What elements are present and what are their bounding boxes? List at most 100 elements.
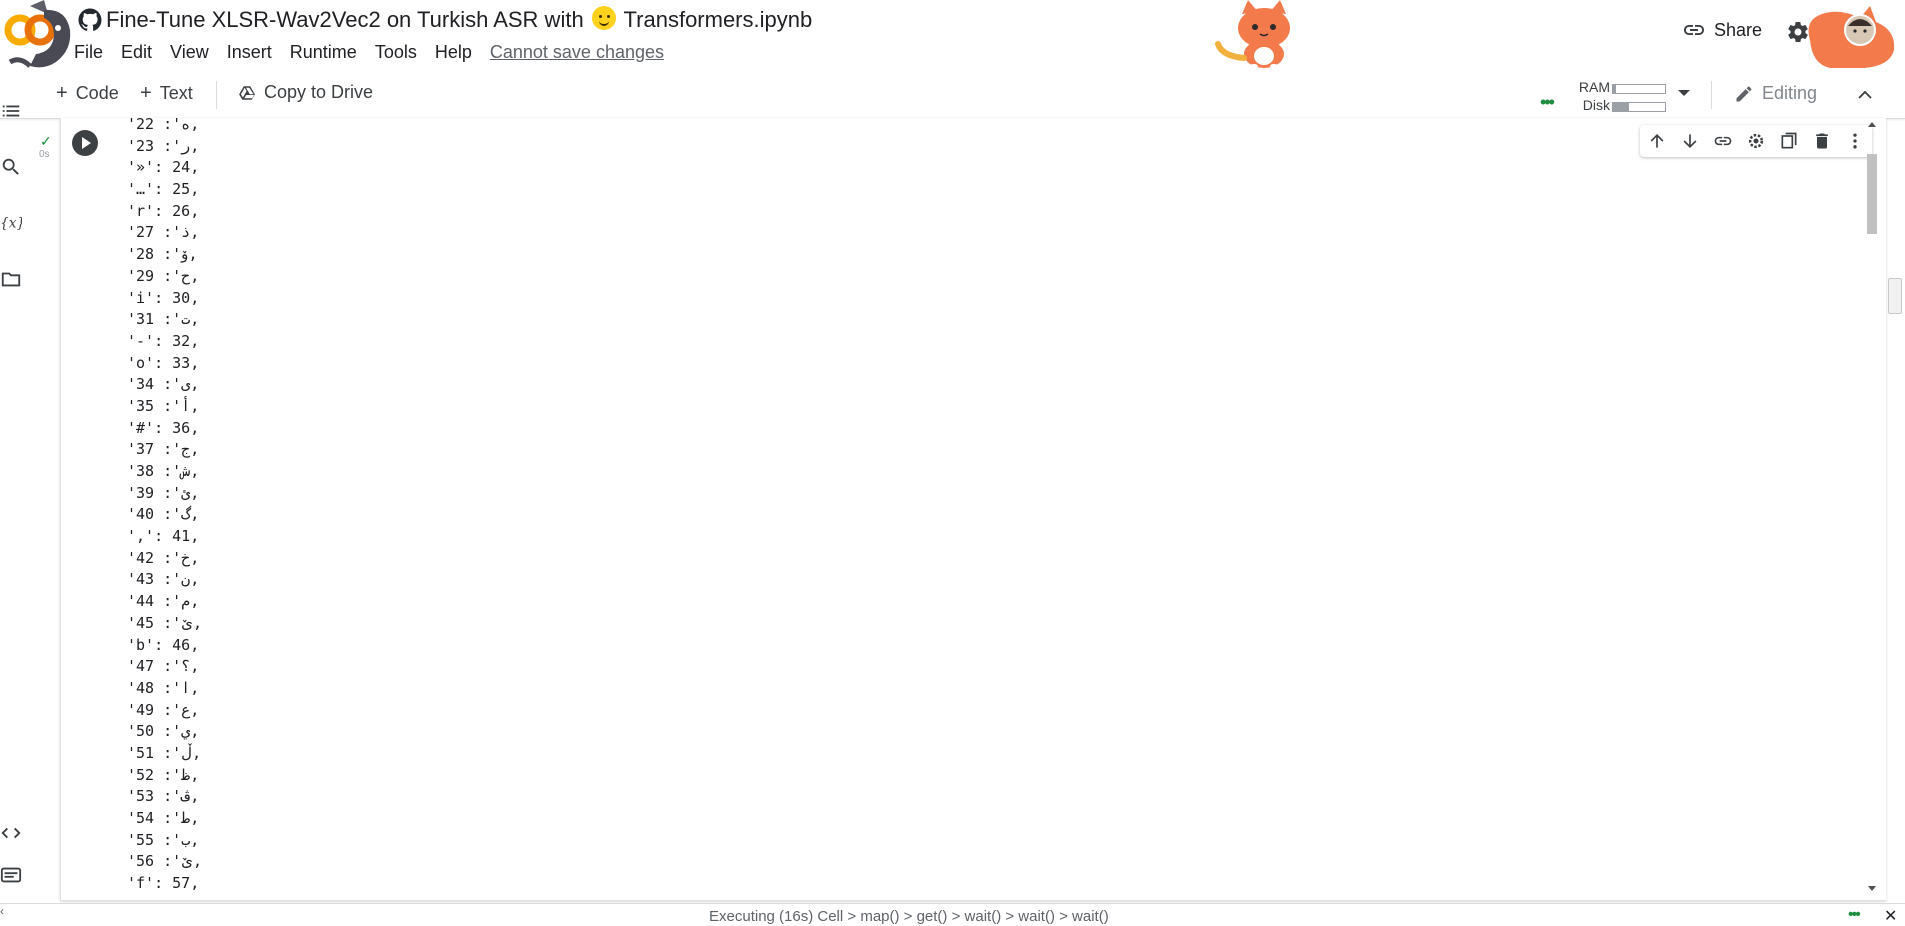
move-cell-up-arrow-icon[interactable] (1647, 131, 1667, 151)
mirror-cell-in-tab-icon[interactable] (1779, 131, 1799, 151)
cell-toolbar (1640, 125, 1872, 157)
menu-runtime[interactable]: Runtime (290, 42, 357, 63)
add-code-label: Code (75, 83, 119, 103)
files-folder-icon[interactable] (0, 268, 22, 290)
menu-view[interactable]: View (170, 42, 209, 63)
cell-settings-gear-icon[interactable] (1746, 131, 1766, 151)
command-palette-icon[interactable] (0, 864, 22, 886)
output-line: 'ۆ': 28, (127, 245, 198, 264)
disk-usage-fill (1613, 103, 1629, 111)
output-line: '-': 32, (127, 331, 200, 350)
add-text-cell-button[interactable]: + Text (140, 82, 193, 105)
execution-success-icon: ✓ (40, 133, 52, 149)
search-icon[interactable] (0, 156, 22, 178)
notebook-toolbar: + Code + Text Copy to Drive ••• RAM Disk… (0, 72, 1905, 119)
output-line: 'ڵ': 51, (127, 743, 202, 762)
menu-file[interactable]: File (74, 42, 103, 63)
code-cell-output: 'ه': 22, 'ر': 23, '»': 24, '…': 25, 'r': 26,… (60, 118, 1886, 901)
run-cell-button[interactable] (72, 130, 98, 156)
hugging-face-emoji-icon (591, 6, 616, 30)
output-line: 'ێ': 45, (127, 613, 202, 632)
output-line: 'ذ': 27, (127, 223, 200, 242)
share-button[interactable]: Share (1682, 18, 1762, 42)
disk-label: Disk (1582, 97, 1610, 113)
status-expand-icon[interactable]: ‹ (0, 904, 4, 918)
menu-edit[interactable]: Edit (121, 42, 152, 63)
google-drive-icon (239, 85, 255, 100)
toolbar-divider (216, 81, 217, 109)
output-line: 'ا': 48, (127, 678, 200, 697)
editing-mode-button[interactable]: Editing (1734, 83, 1817, 104)
connected-status-icon: ••• (1540, 92, 1555, 112)
output-line: 'i': 30, (127, 288, 200, 307)
output-line: 'گ': 40, (127, 505, 200, 524)
copy-to-drive-label: Copy to Drive (264, 82, 374, 102)
output-line: '#': 36, (127, 418, 200, 437)
output-line: 'r': 26, (127, 201, 200, 220)
menu-help[interactable]: Help (435, 42, 472, 63)
github-icon[interactable] (78, 8, 102, 32)
code-snippets-icon[interactable] (0, 822, 22, 844)
left-side-rail: {x} (0, 105, 22, 903)
colab-logo[interactable] (0, 0, 76, 74)
output-line: 'ح': 29, (127, 266, 200, 285)
output-line: 'ی': 34, (127, 375, 200, 394)
output-line: 'ظ': 52, (127, 765, 200, 784)
output-line: 'ج': 37, (127, 440, 200, 459)
notebook-header: Fine-Tune XLSR-Wav2Vec2 on Turkish ASR w… (0, 0, 1905, 72)
user-avatar-icon[interactable] (1800, 0, 1900, 72)
copy-to-drive-button[interactable]: Copy to Drive (238, 82, 373, 103)
plus-icon: + (56, 82, 68, 104)
table-of-contents-icon[interactable] (0, 100, 22, 122)
output-line: 'ر': 23, (127, 136, 200, 155)
link-icon (1684, 25, 1704, 35)
move-cell-down-arrow-icon[interactable] (1680, 131, 1700, 151)
runtime-dropdown-chevron-icon[interactable] (1678, 90, 1690, 96)
ram-usage-fill (1613, 85, 1616, 93)
cannot-save-link[interactable]: Cannot save changes (490, 42, 664, 63)
cell-output-text: 'ه': 22, 'ر': 23, '»': 24, '…': 25, 'r': 26,… (127, 118, 202, 895)
add-text-label: Text (159, 83, 193, 103)
output-line: 'ي': 50, (127, 722, 200, 741)
ram-label: RAM (1578, 79, 1610, 95)
add-code-cell-button[interactable]: + Code (56, 82, 119, 105)
output-line: 'ش': 38, (127, 462, 200, 480)
scroll-up-arrow-icon[interactable] (1868, 122, 1876, 127)
output-line: 'أ': 35, (127, 396, 200, 415)
output-line: 'o': 33, (127, 353, 200, 372)
output-scrollbar[interactable] (1864, 118, 1880, 900)
output-line: 'ڤ': 53, (127, 787, 200, 806)
notebook-title-text: Fine-Tune XLSR-Wav2Vec2 on Turkish ASR w… (106, 7, 584, 32)
page-scrollbar-thumb[interactable] (1888, 278, 1902, 314)
notebook-title[interactable]: Fine-Tune XLSR-Wav2Vec2 on Turkish ASR w… (106, 6, 812, 33)
execution-status-text[interactable]: Executing (16s) Cell > map() > get() > w… (709, 908, 1109, 925)
collapse-header-chevron-up-icon[interactable] (1856, 86, 1874, 104)
scrollbar-thumb[interactable] (1867, 154, 1877, 234)
scroll-down-arrow-icon[interactable] (1868, 886, 1876, 891)
output-line: 'ه': 22, (127, 118, 200, 133)
output-line: '؟': 47, (127, 657, 200, 676)
output-line: 'ن': 43, (127, 570, 200, 589)
output-line: 'م': 44, (127, 592, 200, 611)
menu-insert[interactable]: Insert (227, 42, 272, 63)
status-activity-icon: ••• (1848, 906, 1861, 923)
output-line: 'ێ': 56, (127, 852, 202, 871)
status-bar: ‹ Executing (16s) Cell > map() > get() >… (0, 903, 1905, 926)
output-line: 'f': 57, (127, 874, 200, 893)
output-line: 'ت': 31, (127, 310, 200, 329)
output-line: 'ئ': 39, (127, 483, 200, 502)
toolbar-divider (1711, 81, 1712, 109)
variables-icon[interactable]: {x} (0, 212, 22, 234)
notebook-title-suffix: Transformers.ipynb (623, 7, 813, 32)
ram-usage-bar (1612, 84, 1666, 94)
execution-time: 0s (39, 149, 50, 160)
link-to-cell-icon[interactable] (1713, 131, 1733, 151)
close-status-icon[interactable]: ✕ (1884, 906, 1897, 926)
menu-tools[interactable]: Tools (375, 42, 417, 63)
output-line: 'ع': 49, (127, 700, 200, 719)
output-line: '»': 24, (127, 158, 200, 177)
output-line: 'b': 46, (127, 635, 200, 654)
more-options-kebab-icon[interactable] (1845, 131, 1865, 151)
resource-monitor[interactable]: ••• RAM Disk (1540, 76, 1700, 116)
delete-cell-trash-icon[interactable] (1812, 131, 1832, 151)
